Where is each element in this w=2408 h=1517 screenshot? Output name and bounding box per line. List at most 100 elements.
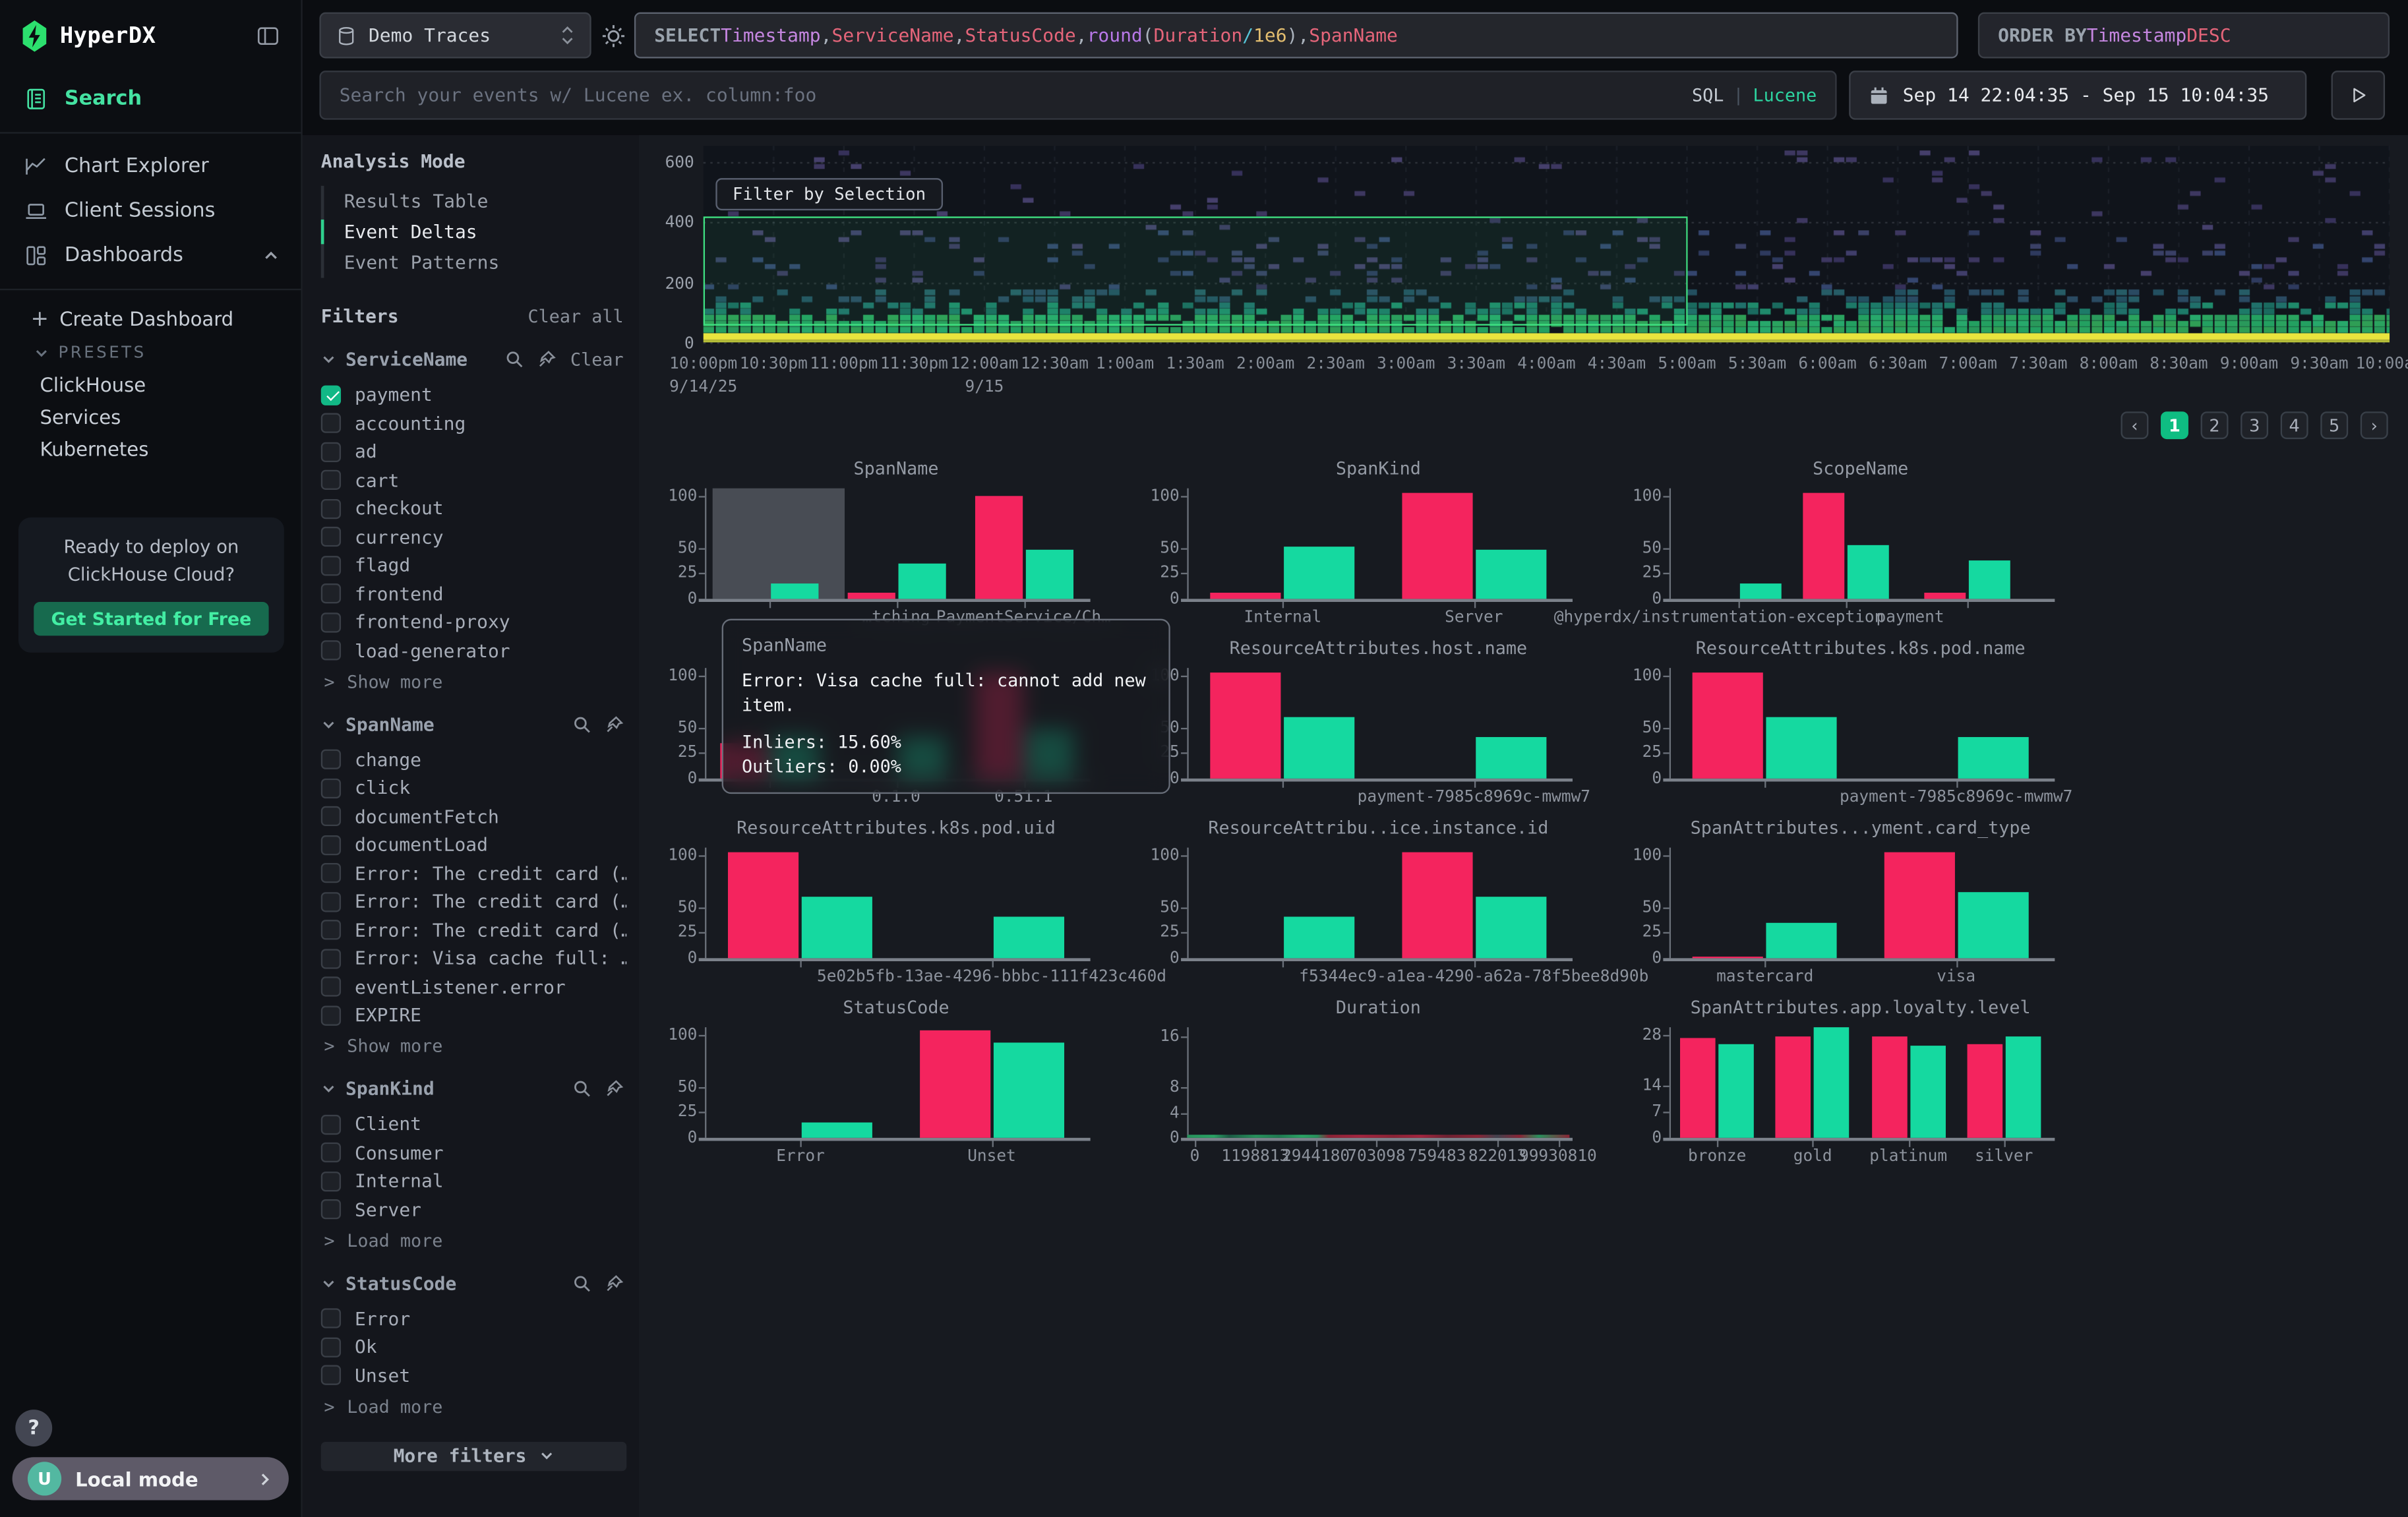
checkbox[interactable] xyxy=(321,583,341,603)
filter-option[interactable]: Consumer xyxy=(321,1139,626,1166)
sidebar-item-create-dashboard[interactable]: +Create Dashboard xyxy=(0,301,301,336)
checkbox[interactable] xyxy=(321,948,341,968)
clear-all-button[interactable]: Clear all xyxy=(527,305,626,327)
show-more-button[interactable]: >Show more xyxy=(321,1035,626,1057)
sidebar-item-search[interactable]: Search xyxy=(0,76,301,121)
chart-plot-area[interactable] xyxy=(705,848,1087,959)
checkbox[interactable] xyxy=(321,1199,341,1219)
get-started-button[interactable]: Get Started for Free xyxy=(34,603,268,636)
run-query-button[interactable] xyxy=(2332,71,2386,120)
filter-option[interactable]: load-generator xyxy=(321,636,626,664)
date-range-picker[interactable]: Sep 14 22:04:35 - Sep 15 10:04:35 xyxy=(1849,71,2306,120)
filter-option[interactable]: Error: The credit card (… xyxy=(321,859,626,887)
checkbox[interactable] xyxy=(321,1308,341,1328)
filter-option[interactable]: accounting xyxy=(321,409,626,437)
pagination-next[interactable]: › xyxy=(2361,411,2388,439)
sidebar-item-chart-explorer[interactable]: Chart Explorer xyxy=(0,144,301,189)
more-filters-button[interactable]: More filters xyxy=(321,1441,626,1470)
analysis-mode-option-event-patterns[interactable]: Event Patterns xyxy=(324,247,626,278)
bar-group[interactable] xyxy=(975,489,1073,599)
checkbox[interactable] xyxy=(321,750,341,769)
checkbox[interactable] xyxy=(321,527,341,547)
sidebar-item-dashboards[interactable]: Dashboards xyxy=(0,233,301,278)
pagination-page-5[interactable]: 5 xyxy=(2320,411,2348,439)
sidebar-collapse-icon[interactable] xyxy=(256,24,280,47)
order-by-input[interactable]: ORDER BY Timestamp DESC xyxy=(1978,13,2390,59)
filter-option[interactable]: Error: Visa cache full: … xyxy=(321,944,626,972)
filter-option[interactable]: Error: The credit card (… xyxy=(321,887,626,915)
filter-option[interactable]: flagd xyxy=(321,551,626,579)
search-input[interactable]: Search your events w/ Lucene ex. column:… xyxy=(319,71,1836,120)
checkbox[interactable] xyxy=(321,920,341,939)
chart-plot-area[interactable] xyxy=(1670,848,2052,959)
checkbox[interactable] xyxy=(321,863,341,883)
filter-option[interactable]: Error xyxy=(321,1305,626,1332)
checkbox[interactable] xyxy=(321,976,341,996)
chart-plot-area[interactable] xyxy=(1670,1027,2052,1138)
filter-option[interactable]: click xyxy=(321,774,626,802)
filter-option[interactable]: documentFetch xyxy=(321,802,626,830)
checkbox[interactable] xyxy=(321,1143,341,1162)
bar-group[interactable] xyxy=(1402,489,1546,599)
filter-option[interactable]: documentLoad xyxy=(321,831,626,858)
sidebar-item-kubernetes[interactable]: Kubernetes xyxy=(0,433,301,465)
pagination-prev[interactable]: ‹ xyxy=(2121,411,2148,439)
chart-plot-area[interactable] xyxy=(1670,489,2052,599)
chart-plot-area[interactable] xyxy=(1187,1027,1569,1138)
filter-option[interactable]: Client xyxy=(321,1110,626,1138)
checkbox[interactable] xyxy=(321,498,341,518)
bar-group[interactable] xyxy=(1884,668,2028,779)
checkbox[interactable] xyxy=(321,612,341,632)
filter-option[interactable]: cart xyxy=(321,466,626,494)
pagination-page-2[interactable]: 2 xyxy=(2201,411,2229,439)
pin-icon[interactable] xyxy=(605,1274,624,1292)
bar-group[interactable] xyxy=(1871,1027,1945,1138)
bar-group[interactable] xyxy=(1693,668,1837,779)
heatmap-selection-box[interactable] xyxy=(704,217,1687,325)
checkbox[interactable] xyxy=(321,891,341,911)
search-icon[interactable] xyxy=(573,1274,591,1292)
filter-option[interactable]: Unset xyxy=(321,1361,626,1389)
help-button[interactable]: ? xyxy=(15,1410,52,1446)
bar-group[interactable] xyxy=(729,1027,873,1138)
analysis-mode-option-event-deltas[interactable]: Event Deltas xyxy=(324,216,626,247)
sidebar-item-services[interactable]: Services xyxy=(0,401,301,433)
checkbox[interactable] xyxy=(321,640,341,660)
filter-group-name[interactable]: ServiceName xyxy=(346,349,467,371)
analysis-mode-option-results-table[interactable]: Results Table xyxy=(324,186,626,217)
bar-group[interactable] xyxy=(1402,848,1546,959)
filter-group-name[interactable]: SpanName xyxy=(346,713,435,735)
chart-plot-area[interactable] xyxy=(705,489,1087,599)
checkbox[interactable] xyxy=(321,1365,341,1385)
checkbox[interactable] xyxy=(321,384,341,404)
pagination-page-3[interactable]: 3 xyxy=(2241,411,2268,439)
pagination-page-1[interactable]: 1 xyxy=(2161,411,2188,439)
bar-group[interactable] xyxy=(1695,489,1781,599)
bar-group[interactable] xyxy=(1211,668,1355,779)
filter-option[interactable]: EXPIRE xyxy=(321,1001,626,1029)
search-icon[interactable] xyxy=(573,1079,591,1098)
search-icon[interactable] xyxy=(573,715,591,733)
pin-icon[interactable] xyxy=(605,1079,624,1098)
bar-group[interactable] xyxy=(920,1027,1064,1138)
filter-option[interactable]: Ok xyxy=(321,1333,626,1361)
filter-option[interactable]: eventListener.error xyxy=(321,972,626,1000)
bar-group[interactable] xyxy=(847,489,945,599)
bar-group[interactable] xyxy=(1211,848,1355,959)
checkbox[interactable] xyxy=(321,806,341,826)
chart-plot-area[interactable] xyxy=(1187,489,1569,599)
bar-group[interactable] xyxy=(1967,1027,2041,1138)
sidebar-item-client-sessions[interactable]: Client Sessions xyxy=(0,189,301,233)
gear-icon[interactable] xyxy=(601,23,628,51)
show-more-button[interactable]: >Load more xyxy=(321,1229,626,1251)
sidebar-item-presets[interactable]: PRESETS xyxy=(0,336,301,369)
filter-option[interactable]: frontend-proxy xyxy=(321,608,626,636)
chart-plot-area[interactable] xyxy=(1187,668,1569,779)
query-language-toggle[interactable]: SQL|Lucene xyxy=(1692,84,1817,106)
bar-group[interactable] xyxy=(719,489,818,599)
checkbox[interactable] xyxy=(321,1171,341,1191)
checkbox[interactable] xyxy=(321,1005,341,1025)
filter-option[interactable]: Error: The credit card (… xyxy=(321,916,626,943)
filter-option[interactable]: checkout xyxy=(321,494,626,522)
filter-group-name[interactable]: StatusCode xyxy=(346,1272,456,1294)
